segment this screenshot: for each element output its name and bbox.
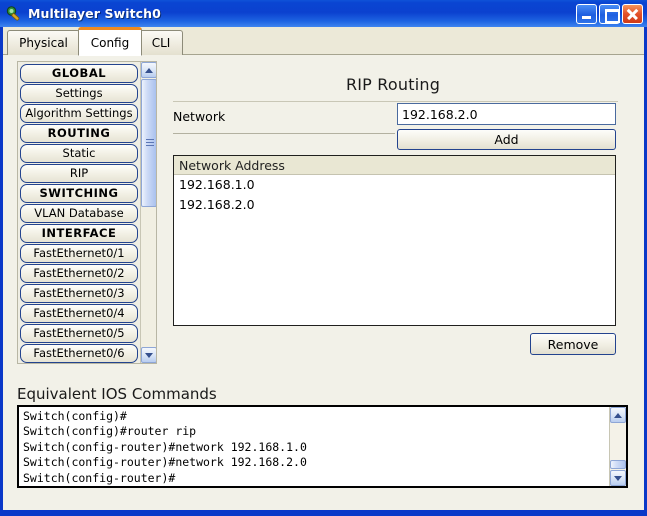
rip-routing-panel: RIP Routing Network Add Network Address …	[168, 61, 628, 406]
sidebar-item-fastethernet0-3[interactable]: FastEthernet0/3	[20, 284, 138, 303]
sidebar-item-global[interactable]: GLOBAL	[20, 64, 138, 83]
network-divider	[173, 133, 395, 134]
tab-physical-label: Physical	[19, 36, 68, 50]
tab-config[interactable]: Config	[78, 27, 142, 56]
ios-commands-text: Switch(config)# Switch(config)#router ri…	[23, 409, 307, 485]
close-button[interactable]	[622, 3, 643, 24]
remove-button-label: Remove	[547, 336, 599, 352]
chevron-down-icon[interactable]	[610, 470, 626, 486]
sidebar-item-routing[interactable]: ROUTING	[20, 124, 138, 143]
tab-cli-label: CLI	[151, 36, 171, 50]
window-controls	[576, 3, 643, 24]
sidebar-scrollbar[interactable]	[140, 62, 156, 363]
device-icon	[5, 5, 23, 23]
sidebar-item-interface[interactable]: INTERFACE	[20, 224, 138, 243]
sidebar-item-fastethernet0-1[interactable]: FastEthernet0/1	[20, 244, 138, 263]
sidebar-item-fastethernet0-5[interactable]: FastEthernet0/5	[20, 324, 138, 343]
title-divider	[173, 101, 618, 102]
navigation-list: GLOBAL Settings Algorithm Settings ROUTI…	[20, 64, 140, 363]
network-label: Network	[173, 109, 226, 124]
sidebar-item-algorithm-settings[interactable]: Algorithm Settings	[20, 104, 138, 123]
list-item[interactable]: 192.168.1.0	[174, 175, 615, 195]
ios-scrollbar[interactable]	[609, 407, 626, 486]
tab-bar: Physical Config CLI	[3, 27, 644, 56]
ios-commands-label: Equivalent IOS Commands	[17, 385, 217, 403]
sidebar-scrollbar-thumb[interactable]	[141, 79, 156, 207]
maximize-button[interactable]	[599, 3, 620, 24]
ios-scrollbar-thumb[interactable]	[610, 460, 626, 469]
chevron-up-icon[interactable]	[610, 407, 626, 423]
network-input[interactable]	[397, 103, 616, 125]
list-item[interactable]: 192.168.2.0	[174, 195, 615, 215]
window-title: Multilayer Switch0	[28, 6, 161, 21]
page-title: RIP Routing	[345, 75, 441, 94]
add-button-label: Add	[494, 132, 519, 147]
chevron-up-icon[interactable]	[141, 62, 156, 78]
application-window: Multilayer Switch0 Physical Config CLI G…	[0, 0, 647, 516]
tab-cli[interactable]: CLI	[139, 30, 183, 55]
sidebar-item-static[interactable]: Static	[20, 144, 138, 163]
ios-commands-box[interactable]: Switch(config)# Switch(config)#router ri…	[17, 405, 628, 488]
sidebar-item-settings[interactable]: Settings	[20, 84, 138, 103]
network-address-list[interactable]: Network Address 192.168.1.0 192.168.2.0	[173, 155, 616, 326]
grip-icon	[146, 139, 154, 147]
title-bar: Multilayer Switch0	[0, 0, 647, 27]
chevron-down-icon[interactable]	[141, 347, 156, 363]
remove-button[interactable]: Remove	[530, 333, 616, 355]
tab-physical[interactable]: Physical	[7, 30, 80, 55]
config-panel: GLOBAL Settings Algorithm Settings ROUTI…	[3, 55, 644, 511]
list-column-header: Network Address	[174, 156, 615, 175]
add-button[interactable]: Add	[397, 129, 616, 150]
sidebar-item-fastethernet0-6[interactable]: FastEthernet0/6	[20, 344, 138, 363]
sidebar-item-rip[interactable]: RIP	[20, 164, 138, 183]
sidebar-item-fastethernet0-4[interactable]: FastEthernet0/4	[20, 304, 138, 323]
navigation-sidebar: GLOBAL Settings Algorithm Settings ROUTI…	[17, 61, 157, 364]
minimize-button[interactable]	[576, 3, 597, 24]
sidebar-item-switching[interactable]: SWITCHING	[20, 184, 138, 203]
sidebar-item-fastethernet0-2[interactable]: FastEthernet0/2	[20, 264, 138, 283]
sidebar-item-vlan-database[interactable]: VLAN Database	[20, 204, 138, 223]
tab-config-label: Config	[90, 35, 130, 50]
